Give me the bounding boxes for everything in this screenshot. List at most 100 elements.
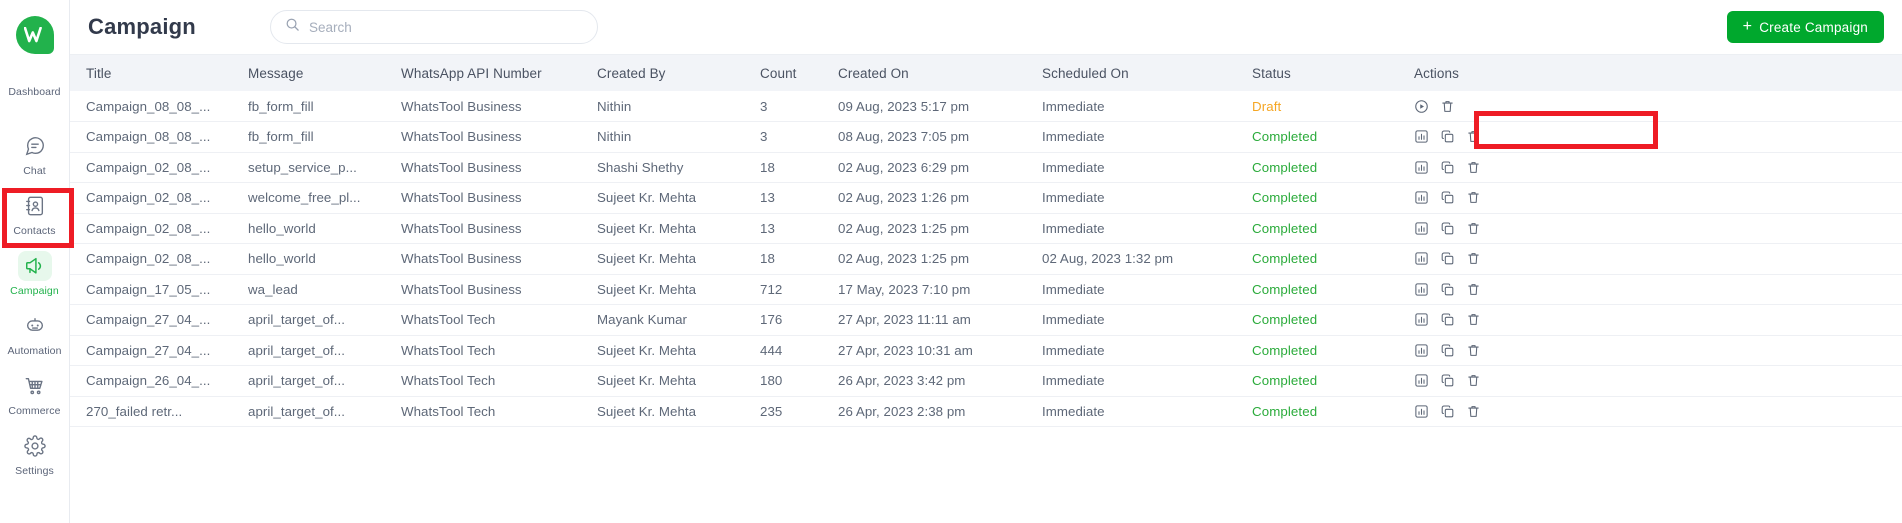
analytics-icon[interactable] (1414, 343, 1429, 358)
sidebar-item-automation[interactable]: Automation (0, 304, 70, 364)
table-row[interactable]: Campaign_08_08_... fb_form_fill WhatsTool … (70, 91, 1902, 122)
trash-icon[interactable] (1466, 221, 1481, 236)
table-row[interactable]: Campaign_17_05_... wa_lead WhatsTool Busin… (70, 274, 1902, 305)
sidebar-item-commerce[interactable]: Commerce (0, 364, 70, 424)
trash-icon[interactable] (1466, 282, 1481, 297)
campaign-title-cell: Campaign_02_08_... (86, 190, 211, 206)
contacts-icon (18, 191, 52, 221)
analytics-icon[interactable] (1414, 251, 1429, 266)
column-header-api-number[interactable]: WhatsApp API Number (385, 55, 581, 91)
api-number-cell: WhatsTool Tech (401, 403, 496, 419)
sidebar-item-chat[interactable]: Chat (0, 124, 70, 184)
search-box[interactable] (269, 10, 598, 44)
actions-cell (1398, 366, 1902, 397)
campaign-table-container[interactable]: Title Message WhatsApp API Number Create… (70, 55, 1902, 523)
count-cell: 712 (760, 281, 783, 297)
sidebar-item-dashboard[interactable]: Dashboard (0, 64, 70, 124)
created-on-cell: 27 Apr, 2023 11:11 am (838, 312, 971, 328)
create-campaign-button[interactable]: + Create Campaign (1726, 11, 1884, 43)
trash-icon[interactable] (1466, 373, 1481, 388)
scheduled-on-cell: Immediate (1042, 129, 1105, 145)
column-header-scheduled-on[interactable]: Scheduled On (1026, 55, 1236, 91)
created-by-cell: Shashi Shethy (597, 159, 684, 175)
actions-cell (1398, 335, 1902, 366)
copy-icon[interactable] (1440, 373, 1455, 388)
trash-icon[interactable] (1466, 343, 1481, 358)
column-header-status[interactable]: Status (1236, 55, 1398, 91)
table-row[interactable]: Campaign_26_04_... april_target_of... What… (70, 366, 1902, 397)
column-header-title[interactable]: Title (70, 55, 232, 91)
sidebar-item-label: Dashboard (8, 86, 61, 98)
copy-icon[interactable] (1440, 282, 1455, 297)
sidebar-item-label: Chat (23, 165, 46, 177)
sidebar-item-settings[interactable]: Settings (0, 424, 70, 484)
search-input[interactable] (308, 19, 583, 35)
count-cell: 444 (760, 342, 783, 358)
status-badge: Completed (1252, 190, 1318, 206)
campaign-title-cell: Campaign_08_08_... (86, 129, 211, 145)
analytics-icon[interactable] (1414, 221, 1429, 236)
count-cell: 18 (760, 159, 775, 175)
message-cell: hello_world (248, 220, 316, 236)
action-icon-group (1414, 129, 1902, 144)
status-badge: Completed (1252, 312, 1318, 328)
gear-icon (18, 431, 52, 461)
table-row[interactable]: Campaign_02_08_... welcome_free_pl... What… (70, 183, 1902, 213)
sidebar: Dashboard Chat Contacts Campaign Automat… (0, 0, 70, 523)
count-cell: 18 (760, 251, 775, 267)
sidebar-item-campaign[interactable]: Campaign (0, 244, 70, 304)
created-by-cell: Sujeet Kr. Mehta (597, 403, 697, 419)
copy-icon[interactable] (1440, 190, 1455, 205)
robot-icon (18, 311, 52, 341)
trash-icon[interactable] (1466, 404, 1481, 419)
api-number-cell: WhatsTool Business (401, 190, 522, 206)
analytics-icon[interactable] (1414, 129, 1429, 144)
trash-icon[interactable] (1466, 129, 1481, 144)
table-row[interactable]: 270_failed retr... april_target_of... What… (70, 396, 1902, 427)
analytics-icon[interactable] (1414, 373, 1429, 388)
analytics-icon[interactable] (1414, 160, 1429, 175)
table-row[interactable]: Campaign_02_08_... hello_world WhatsTool B… (70, 213, 1902, 244)
copy-icon[interactable] (1440, 160, 1455, 175)
column-header-created-by[interactable]: Created By (581, 55, 744, 91)
analytics-icon[interactable] (1414, 404, 1429, 419)
campaign-title-cell: Campaign_17_05_... (86, 281, 211, 297)
copy-icon[interactable] (1440, 129, 1455, 144)
column-header-created-on[interactable]: Created On (822, 55, 1026, 91)
table-row[interactable]: Campaign_27_04_... april_target_of... What… (70, 305, 1902, 335)
analytics-icon[interactable] (1414, 282, 1429, 297)
app-logo[interactable] (0, 6, 70, 64)
sidebar-item-contacts[interactable]: Contacts (0, 184, 70, 244)
trash-icon[interactable] (1466, 312, 1481, 327)
table-row[interactable]: Campaign_27_04_... april_target_of... What… (70, 335, 1902, 366)
table-row[interactable]: Campaign_08_08_... fb_form_fill WhatsTool … (70, 122, 1902, 152)
copy-icon[interactable] (1440, 343, 1455, 358)
action-icon-group (1414, 190, 1902, 205)
table-row[interactable]: Campaign_02_08_... setup_service_p... What… (70, 152, 1902, 183)
table-row[interactable]: Campaign_02_08_... hello_world WhatsTool B… (70, 244, 1902, 274)
copy-icon[interactable] (1440, 251, 1455, 266)
analytics-icon[interactable] (1414, 312, 1429, 327)
scheduled-on-cell: Immediate (1042, 281, 1105, 297)
trash-icon[interactable] (1466, 251, 1481, 266)
trash-icon[interactable] (1466, 160, 1481, 175)
column-header-actions: Actions (1414, 65, 1459, 81)
status-badge: Completed (1252, 159, 1318, 175)
created-by-cell: Nithin (597, 98, 632, 114)
trash-icon[interactable] (1466, 190, 1481, 205)
analytics-icon[interactable] (1414, 190, 1429, 205)
action-icon-group (1414, 99, 1902, 114)
play-circle-icon[interactable] (1414, 99, 1429, 114)
scheduled-on-cell: Immediate (1042, 342, 1105, 358)
copy-icon[interactable] (1440, 312, 1455, 327)
copy-icon[interactable] (1440, 221, 1455, 236)
trash-icon[interactable] (1440, 99, 1455, 114)
column-header-count[interactable]: Count (744, 55, 822, 91)
scheduled-on-cell: Immediate (1042, 98, 1105, 114)
copy-icon[interactable] (1440, 404, 1455, 419)
table-head: Title Message WhatsApp API Number Create… (70, 55, 1902, 91)
status-badge: Completed (1252, 251, 1318, 267)
actions-cell (1398, 91, 1902, 122)
column-header-message[interactable]: Message (232, 55, 385, 91)
message-cell: april_target_of... (248, 373, 345, 389)
